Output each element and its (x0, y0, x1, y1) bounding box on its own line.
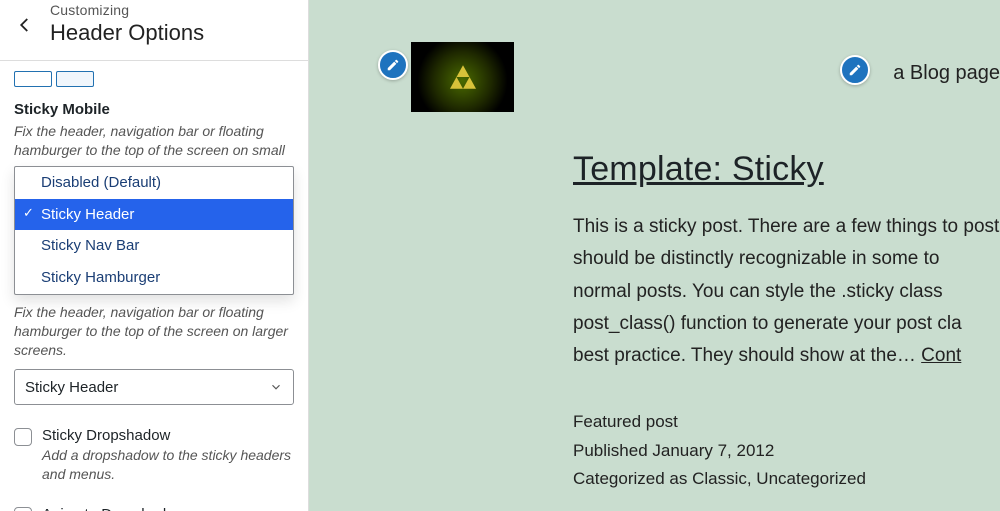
option-sticky-nav-bar[interactable]: Sticky Nav Bar (15, 230, 293, 262)
chevron-down-icon (269, 380, 283, 394)
pencil-icon (386, 58, 400, 72)
sticky-desktop-select[interactable]: Sticky Header (14, 369, 294, 405)
meta-featured: Featured post (573, 408, 1000, 436)
page-title: Header Options (50, 20, 204, 46)
edit-site-title-shortcut[interactable] (840, 55, 870, 85)
dropdown-listbox: Disabled (Default) Sticky Header Sticky … (14, 166, 294, 295)
option-sticky-header[interactable]: Sticky Header (15, 199, 293, 231)
site-title[interactable]: a Blog page (893, 62, 1000, 85)
animate-dropshadow-label: Animate Dropshadow (42, 506, 294, 511)
option-disabled-default[interactable]: Disabled (Default) (15, 167, 293, 199)
chevron-left-icon (16, 16, 34, 34)
breadcrumb: Customizing (50, 2, 204, 18)
sticky-dropshadow-label: Sticky Dropshadow (42, 427, 294, 444)
post-title-link[interactable]: Template: Sticky (573, 150, 1000, 189)
pencil-icon (848, 63, 862, 77)
sticky-mobile-help: Fix the header, navigation bar or floati… (14, 122, 294, 160)
sticky-desktop-help: Fix the header, navigation bar or floati… (14, 303, 294, 360)
sticky-mobile-label: Sticky Mobile (14, 101, 294, 118)
live-preview: a Blog page Template: Sticky This is a s… (309, 0, 1000, 511)
edit-logo-shortcut[interactable] (378, 50, 408, 80)
sticky-mobile-select-open[interactable]: Disabled (Default) Sticky Header Sticky … (14, 166, 294, 295)
sticky-dropshadow-checkbox[interactable] (14, 428, 32, 446)
animate-dropshadow-checkbox[interactable] (14, 507, 32, 511)
post: Template: Sticky This is a sticky post. … (573, 150, 1000, 493)
option-sticky-hamburger[interactable]: Sticky Hamburger (15, 262, 293, 294)
back-button[interactable] (0, 0, 50, 50)
triforce-icon (450, 65, 476, 89)
customizer-sidebar: Customizing Header Options Sticky Mobile… (0, 0, 309, 511)
meta-published: Published January 7, 2012 (573, 437, 1000, 465)
site-logo[interactable] (411, 42, 514, 112)
tab-pills-cutoff (14, 71, 294, 89)
sticky-desktop-value: Sticky Header (25, 379, 118, 396)
sticky-dropshadow-help: Add a dropshadow to the sticky headers a… (42, 446, 294, 484)
meta-categorized: Categorized as Classic, Uncategorized (573, 465, 1000, 493)
continue-reading-link[interactable]: Cont (921, 345, 961, 366)
sidebar-header: Customizing Header Options (0, 0, 308, 61)
post-excerpt: This is a sticky post. There are a few t… (573, 211, 1000, 372)
